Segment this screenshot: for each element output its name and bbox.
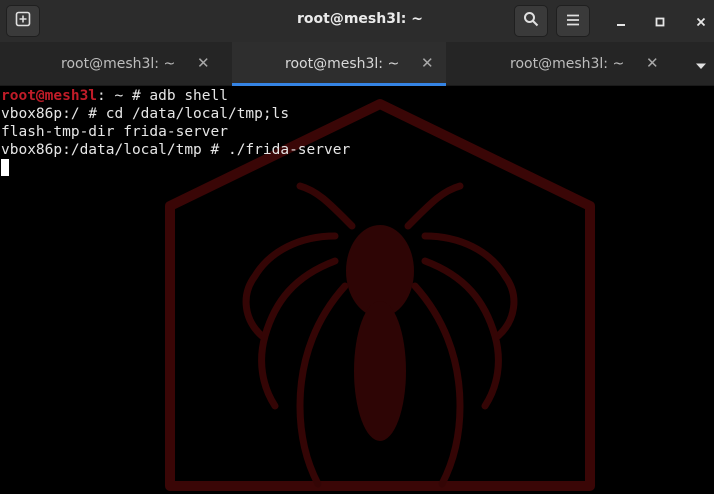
text-cursor [1,159,9,176]
tab-2-active[interactable]: root@mesh3l: ~ ✕ [232,42,446,86]
minimize-button[interactable] [610,10,632,32]
tab-close-icon[interactable]: ✕ [197,54,210,72]
close-icon [696,12,706,31]
tab-label: root@mesh3l: ~ [510,56,625,72]
window-title: root@mesh3l: ~ [297,11,423,27]
output-line: vbox86p:/ # cd /data/local/tmp;ls [1,106,290,122]
output-line: vbox86p:/data/local/tmp # ./frida-server [1,142,351,158]
prompt-user: root@mesh3l [1,88,98,104]
tab-close-icon[interactable]: ✕ [646,54,659,72]
tab-label: root@mesh3l: ~ [61,56,176,72]
minimize-icon [616,12,626,31]
new-tab-button[interactable] [6,5,40,37]
tab-list-dropdown[interactable] [694,58,708,72]
title-bar: root@mesh3l: ~ [0,0,714,42]
tab-label: root@mesh3l: ~ [285,56,400,72]
maximize-icon [655,12,665,31]
tab-bar: root@mesh3l: ~ ✕ root@mesh3l: ~ ✕ root@m… [0,42,714,86]
menu-button[interactable] [556,5,590,37]
close-button[interactable] [690,10,712,32]
tab-1[interactable]: root@mesh3l: ~ ✕ [0,42,232,86]
maximize-button[interactable] [649,10,671,32]
new-tab-icon [15,11,31,31]
prompt-command: : ~ # adb shell [97,88,228,104]
search-button[interactable] [514,5,548,37]
tab-3[interactable]: root@mesh3l: ~ ✕ [446,42,690,86]
output-line: flash-tmp-dir frida-server [1,124,228,140]
terminal-output: root@mesh3l: ~ # adb shell vbox86p:/ # c… [1,87,350,159]
chevron-down-icon [694,58,708,77]
search-icon [523,11,539,31]
tab-close-icon[interactable]: ✕ [421,54,434,72]
terminal-area[interactable]: root@mesh3l: ~ # adb shell vbox86p:/ # c… [0,86,714,494]
hamburger-menu-icon [566,12,580,31]
